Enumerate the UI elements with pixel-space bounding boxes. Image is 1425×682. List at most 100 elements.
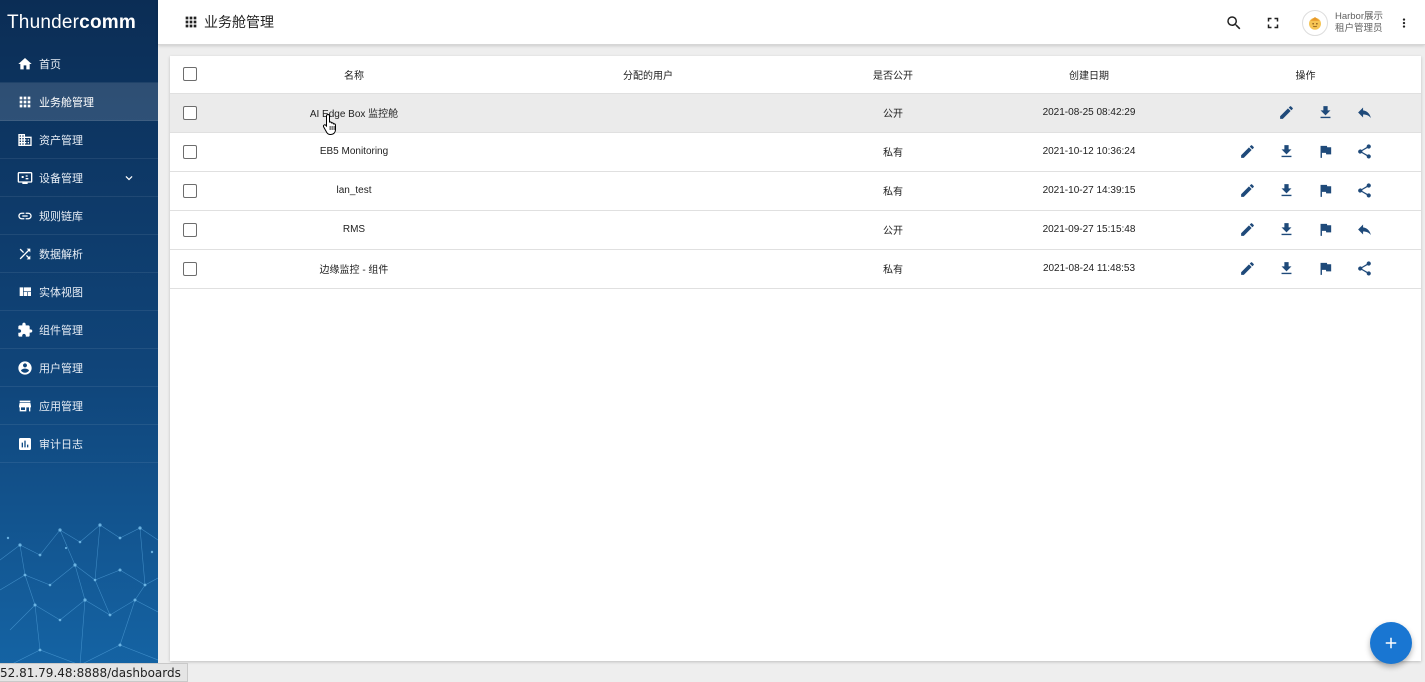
share-icon[interactable] [1355, 260, 1373, 278]
sidebar-item-dashboards[interactable]: 业务舱管理 [0, 83, 158, 121]
row-actions [1190, 221, 1421, 239]
edit-icon[interactable] [1278, 104, 1296, 122]
user-name: Harbor展示 [1334, 10, 1383, 22]
column-header-actions: 操作 [1190, 56, 1421, 94]
dashboards-table: 名称 分配的用户 是否公开 创建日期 操作 AI Edge Box 监控舱 公开… [170, 56, 1421, 289]
brand-logo[interactable]: Thunder comm [0, 0, 158, 45]
row-checkbox[interactable] [183, 222, 197, 237]
cell-public: 私有 [798, 132, 988, 172]
cell-created-date: 2021-08-25 08:42:29 [988, 93, 1190, 133]
top-bar: 业务舱管理 Harbor展示 租户管理员 [158, 0, 1425, 45]
cell-public: 公开 [798, 210, 988, 250]
table-row[interactable]: lan_test 私有 2021-10-27 14:39:15 [170, 171, 1421, 211]
sidebar-item-label: 规则链库 [39, 210, 83, 223]
apps-grid-icon [183, 14, 199, 30]
row-checkbox[interactable] [183, 261, 197, 276]
dashboards-table-card: 名称 分配的用户 是否公开 创建日期 操作 AI Edge Box 监控舱 公开… [170, 56, 1421, 661]
sidebar-item-home[interactable]: 首页 [0, 45, 158, 83]
cell-assigned-users [498, 249, 798, 289]
sidebar-item-entity-views[interactable]: 实体视图 [0, 273, 158, 311]
column-header-public[interactable]: 是否公开 [798, 56, 988, 94]
sidebar-item-label: 首页 [39, 58, 61, 71]
download-icon[interactable] [1277, 182, 1295, 200]
download-icon[interactable] [1277, 143, 1295, 161]
sidebar-item-label: 用户管理 [39, 362, 83, 375]
more-vert-icon[interactable] [1397, 13, 1411, 33]
download-icon[interactable] [1277, 260, 1295, 278]
sidebar-item-label: 审计日志 [39, 438, 83, 451]
table-row[interactable]: EB5 Monitoring 私有 2021-10-12 10:36:24 [170, 132, 1421, 172]
cell-assigned-users [498, 132, 798, 172]
shuffle-icon [17, 246, 33, 262]
cell-created-date: 2021-10-12 10:36:24 [988, 132, 1190, 172]
reply-icon[interactable] [1355, 221, 1373, 239]
download-icon[interactable] [1277, 221, 1295, 239]
sidebar-item-audit-logs[interactable]: 审计日志 [0, 425, 158, 463]
add-dashboard-button[interactable] [1370, 622, 1412, 664]
chevron-down-icon[interactable] [122, 171, 136, 185]
apps-grid-icon [17, 94, 33, 110]
network-decoration [0, 523, 158, 671]
cell-assigned-users [498, 93, 798, 133]
cell-name: lan_test [210, 171, 498, 211]
share-icon[interactable] [1355, 143, 1373, 161]
bar-chart-icon [17, 436, 33, 452]
sidebar-item-users[interactable]: 用户管理 [0, 349, 158, 387]
flag-icon[interactable] [1316, 182, 1334, 200]
cell-public: 私有 [798, 171, 988, 211]
cell-assigned-users [498, 171, 798, 211]
sidebar-item-label: 实体视图 [39, 286, 83, 299]
account-circle-icon [17, 360, 33, 376]
column-header-assigned-users: 分配的用户 [498, 56, 798, 94]
row-actions [1190, 260, 1421, 278]
building-icon [17, 132, 33, 148]
sidebar-item-label: 应用管理 [39, 400, 83, 413]
reply-icon[interactable] [1356, 104, 1374, 122]
cell-name: EB5 Monitoring [210, 132, 498, 172]
cell-public: 公开 [798, 93, 988, 133]
sidebar-item-rule-chains[interactable]: 规则链库 [0, 197, 158, 235]
sidebar-item-apps[interactable]: 应用管理 [0, 387, 158, 425]
page-title: 业务舱管理 [204, 14, 274, 30]
fullscreen-icon[interactable] [1263, 13, 1283, 33]
row-checkbox[interactable] [183, 183, 197, 198]
column-header-created-date[interactable]: 创建日期 [988, 56, 1190, 94]
edit-icon[interactable] [1238, 260, 1256, 278]
top-bar-actions: Harbor展示 租户管理员 [1224, 0, 1425, 45]
select-all-checkbox[interactable] [183, 67, 197, 82]
plus-icon [1385, 637, 1397, 649]
avatar[interactable] [1301, 9, 1328, 36]
edit-icon[interactable] [1238, 221, 1256, 239]
flag-icon[interactable] [1316, 221, 1334, 239]
column-header-name[interactable]: 名称 [210, 56, 498, 94]
table-row[interactable]: AI Edge Box 监控舱 公开 2021-08-25 08:42:29 [170, 93, 1421, 133]
sidebar-item-data-parsing[interactable]: 数据解析 [0, 235, 158, 273]
cell-assigned-users [498, 210, 798, 250]
sidebar-item-label: 组件管理 [39, 324, 83, 337]
table-row[interactable]: RMS 公开 2021-09-27 15:15:48 [170, 210, 1421, 250]
devices-icon [17, 170, 33, 186]
table-row[interactable]: 边缘监控 - 组件 私有 2021-08-24 11:48:53 [170, 249, 1421, 289]
edit-icon[interactable] [1238, 143, 1256, 161]
edit-icon[interactable] [1238, 182, 1256, 200]
row-checkbox[interactable] [183, 144, 197, 159]
store-icon [17, 398, 33, 414]
download-icon[interactable] [1317, 104, 1335, 122]
flag-icon[interactable] [1316, 260, 1334, 278]
sidebar-item-assets[interactable]: 资产管理 [0, 121, 158, 159]
sidebar-nav: 首页 业务舱管理 资产管理 设备管理 规则链库 数据解析 实体视图 组件管理 用… [0, 45, 158, 463]
sidebar-item-widgets[interactable]: 组件管理 [0, 311, 158, 349]
sidebar-item-devices[interactable]: 设备管理 [0, 159, 158, 197]
share-icon[interactable] [1355, 182, 1373, 200]
sidebar: Thunder comm 首页 业务舱管理 资产管理 设备管理 规则链库 数据解析 [0, 0, 158, 682]
table-header-row: 名称 分配的用户 是否公开 创建日期 操作 [170, 56, 1421, 94]
sidebar-item-label: 数据解析 [39, 248, 83, 261]
cell-public: 私有 [798, 249, 988, 289]
search-icon[interactable] [1224, 13, 1244, 33]
sidebar-item-label: 设备管理 [39, 172, 83, 185]
row-checkbox[interactable] [183, 105, 197, 120]
user-info[interactable]: Harbor展示 租户管理员 [1335, 11, 1383, 35]
cell-name: 边缘监控 - 组件 [210, 249, 498, 289]
home-icon [17, 56, 33, 72]
flag-icon[interactable] [1316, 143, 1334, 161]
